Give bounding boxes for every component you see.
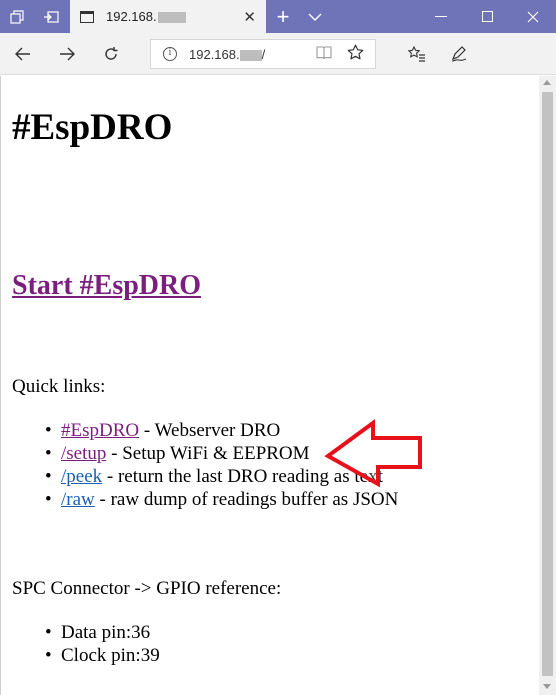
- link-description: - return the last DRO reading as text: [102, 466, 383, 487]
- new-tab-icon[interactable]: +: [266, 0, 300, 33]
- navigation-toolbar: i 192.168. /: [0, 33, 556, 75]
- gpio-pin-list: Data pin:36 Clock pin:39: [45, 621, 160, 667]
- peek-link[interactable]: /peek: [61, 466, 102, 487]
- page-icon: [80, 10, 94, 23]
- page-title: #EspDRO: [12, 107, 173, 148]
- url-text[interactable]: 192.168. /: [189, 47, 265, 62]
- scrollbar-thumb[interactable]: [542, 92, 553, 676]
- link-description: - raw dump of readings buffer as JSON: [94, 489, 399, 510]
- list-item: Clock pin:39: [45, 644, 160, 667]
- quick-links-label: Quick links:: [12, 376, 106, 397]
- tab-close-icon[interactable]: ✕: [243, 8, 256, 26]
- link-description: - Webserver DRO: [139, 420, 281, 441]
- close-window-icon[interactable]: [510, 0, 556, 33]
- scroll-down-icon[interactable]: [543, 684, 551, 689]
- web-note-icon[interactable]: [439, 33, 479, 75]
- list-item: Data pin:36: [45, 621, 160, 644]
- forward-icon[interactable]: [47, 33, 87, 75]
- address-bar[interactable]: i 192.168. /: [150, 39, 376, 69]
- spc-connector-label: SPC Connector -> GPIO reference:: [12, 578, 282, 599]
- maximize-icon[interactable]: [464, 0, 510, 33]
- list-item: #EspDRO - Webserver DRO: [45, 419, 398, 442]
- site-info-icon[interactable]: i: [163, 47, 177, 61]
- favorites-list-icon[interactable]: [397, 33, 437, 75]
- refresh-icon[interactable]: [91, 33, 131, 75]
- list-item: /raw - raw dump of readings buffer as JS…: [45, 488, 399, 511]
- redacted-block: [239, 50, 262, 62]
- favorite-star-icon[interactable]: [347, 44, 364, 66]
- reading-view-icon[interactable]: [316, 46, 332, 65]
- tab-list-icon[interactable]: [298, 0, 332, 33]
- list-item: /peek - return the last DRO reading as t…: [45, 465, 398, 488]
- browser-tab[interactable]: 192.168. ✕: [70, 0, 266, 33]
- quick-links-list: #EspDRO - Webserver DRO /setup - Setup W…: [45, 419, 399, 511]
- tab-title: 192.168.: [106, 9, 186, 24]
- link-description: - Setup WiFi & EEPROM: [106, 443, 310, 464]
- espdro-link[interactable]: #EspDRO: [61, 420, 139, 441]
- raw-link[interactable]: /raw: [61, 489, 95, 510]
- back-icon[interactable]: [3, 33, 43, 75]
- start-espdro-link[interactable]: Start #EspDRO: [12, 270, 201, 302]
- setup-link[interactable]: /setup: [61, 443, 106, 464]
- page-viewport: #EspDRO Start #EspDRO Quick links: #EspD…: [0, 76, 539, 695]
- list-item: /setup - Setup WiFi & EEPROM: [45, 442, 398, 465]
- redacted-block: [157, 12, 186, 24]
- scroll-up-icon[interactable]: [543, 80, 551, 85]
- title-bar: 192.168. ✕ +: [0, 0, 556, 33]
- set-tabs-aside-icon[interactable]: [0, 0, 34, 33]
- show-tabs-aside-icon[interactable]: [34, 0, 68, 33]
- vertical-scrollbar[interactable]: [539, 76, 556, 695]
- minimize-icon[interactable]: [418, 0, 464, 33]
